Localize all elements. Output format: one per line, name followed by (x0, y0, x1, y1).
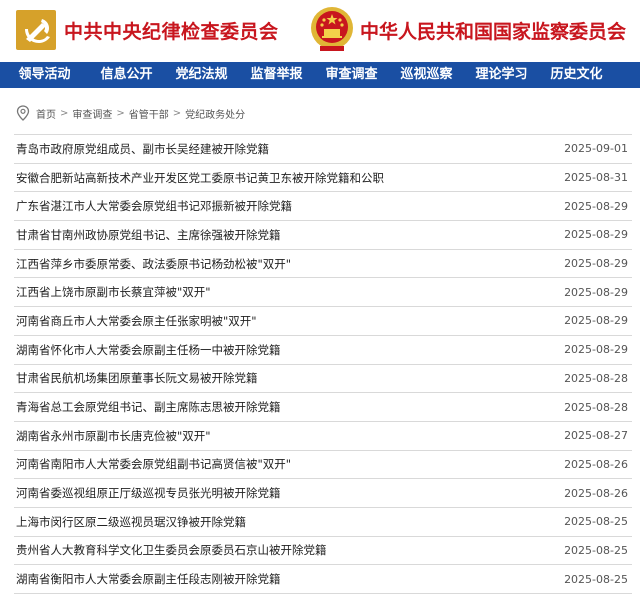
article-title-link[interactable]: 广东省湛江市人大常委会原党组书记邓振新被开除党籍 (16, 198, 292, 214)
article-list: 青岛市政府原党组成员、副市长吴经建被开除党籍 2025-09-01 安徽合肥新站高… (14, 134, 632, 594)
national-emblem-icon (311, 7, 353, 51)
article-date: 2025-08-28 (564, 400, 628, 414)
breadcrumb-separator: > (172, 107, 182, 119)
nav-item-leadership[interactable]: 领导活动 (0, 62, 89, 88)
list-item: 青岛市政府原党组成员、副市长吴经建被开除党籍 2025-09-01 (14, 135, 632, 164)
list-item: 青海省总工会原党组书记、副主席陈志思被开除党籍 2025-08-28 (14, 393, 632, 422)
article-title-link[interactable]: 贵州省人大教育科学文化卫生委员会原委员石京山被开除党籍 (16, 542, 327, 558)
article-title-link[interactable]: 甘肃省甘南州政协原党组书记、主席徐强被开除党籍 (16, 227, 281, 243)
article-title-link[interactable]: 湖南省永州市原副市长唐克俭被"双开" (16, 428, 211, 444)
article-title-link[interactable]: 安徽合肥新站高新技术产业开发区党工委原书记黄卫东被开除党籍和公职 (16, 170, 384, 186)
title-nsc[interactable]: 中华人民共和国国家监察委员会 (360, 17, 626, 44)
article-date: 2025-08-29 (564, 257, 628, 271)
breadcrumb-current[interactable]: 党纪政务处分 (185, 106, 245, 121)
nav-item-history[interactable]: 历史文化 (539, 62, 614, 88)
breadcrumb-home[interactable]: 首页 (36, 106, 56, 121)
article-date: 2025-08-31 (564, 171, 628, 185)
list-item: 广东省湛江市人大常委会原党组书记邓振新被开除党籍 2025-08-29 (14, 192, 632, 222)
nav-item-info-disclosure[interactable]: 信息公开 (89, 62, 164, 88)
site-header: 中共中央纪律检查委员会 中华人民共和国国家监察委员会 (0, 0, 640, 62)
breadcrumb-provincial-cadres[interactable]: 省管干部 (129, 106, 169, 121)
nav-item-report[interactable]: 监督举报 (239, 62, 314, 88)
article-date: 2025-08-28 (564, 371, 628, 385)
list-item: 河南省南阳市人大常委会原党组副书记高贤信被"双开" 2025-08-26 (14, 451, 632, 480)
article-title-link[interactable]: 湖南省怀化市人大常委会原副主任杨一中被开除党籍 (16, 342, 281, 358)
article-title-link[interactable]: 湖南省衡阳市人大常委会原副主任段志刚被开除党籍 (16, 571, 281, 587)
article-title-link[interactable]: 河南省委巡视组原正厅级巡视专员张光明被开除党籍 (16, 485, 281, 501)
article-date: 2025-08-25 (564, 572, 628, 586)
article-date: 2025-08-29 (564, 343, 628, 357)
article-date: 2025-09-01 (564, 142, 628, 156)
article-title-link[interactable]: 上海市闵行区原二级巡视员琚汉铮被开除党籍 (16, 514, 246, 530)
article-date: 2025-08-26 (564, 486, 628, 500)
article-date: 2025-08-25 (564, 543, 628, 557)
article-title-link[interactable]: 江西省上饶市原副市长蔡宜萍被"双开" (16, 284, 211, 300)
list-item: 江西省萍乡市委原常委、政法委原书记杨劲松被"双开" 2025-08-29 (14, 250, 632, 279)
article-date: 2025-08-29 (564, 285, 628, 299)
list-item: 安徽合肥新站高新技术产业开发区党工委原书记黄卫东被开除党籍和公职 2025-08-… (14, 164, 632, 193)
breadcrumb: 首页 > 审查调查 > 省管干部 > 党纪政务处分 (16, 105, 245, 121)
article-date: 2025-08-29 (564, 199, 628, 213)
list-item: 江西省上饶市原副市长蔡宜萍被"双开" 2025-08-29 (14, 278, 632, 308)
list-item: 河南省商丘市人大常委会原主任张家明被"双开" 2025-08-29 (14, 307, 632, 336)
list-item: 贵州省人大教育科学文化卫生委员会原委员石京山被开除党籍 2025-08-25 (14, 537, 632, 566)
title-ccdi[interactable]: 中共中央纪律检查委员会 (64, 17, 279, 44)
article-title-link[interactable]: 江西省萍乡市委原常委、政法委原书记杨劲松被"双开" (16, 256, 291, 272)
party-emblem-icon (16, 10, 56, 50)
list-item: 上海市闵行区原二级巡视员琚汉铮被开除党籍 2025-08-25 (14, 508, 632, 537)
location-pin-icon (16, 105, 30, 121)
list-item: 甘肃省民航机场集团原董事长阮文易被开除党籍 2025-08-28 (14, 365, 632, 394)
breadcrumb-separator: > (116, 107, 125, 119)
breadcrumb-separator: > (60, 107, 69, 119)
list-item: 河南省委巡视组原正厅级巡视专员张光明被开除党籍 2025-08-26 (14, 479, 632, 508)
nav-item-theory[interactable]: 理论学习 (464, 62, 539, 88)
list-item: 湖南省永州市原副市长唐克俭被"双开" 2025-08-27 (14, 422, 632, 451)
breadcrumb-investigation[interactable]: 审查调查 (72, 106, 112, 121)
article-date: 2025-08-29 (564, 228, 628, 242)
article-date: 2025-08-26 (564, 457, 628, 471)
nav-item-regulations[interactable]: 党纪法规 (164, 62, 239, 88)
nav-item-investigation[interactable]: 审查调查 (314, 62, 389, 88)
main-nav: 领导活动 信息公开 党纪法规 监督举报 审查调查 巡视巡察 理论学习 历史文化 (0, 62, 640, 88)
article-date: 2025-08-27 (564, 429, 628, 443)
article-title-link[interactable]: 青海省总工会原党组书记、副主席陈志思被开除党籍 (16, 399, 281, 415)
article-title-link[interactable]: 河南省南阳市人大常委会原党组副书记高贤信被"双开" (16, 456, 291, 472)
nav-item-inspection[interactable]: 巡视巡察 (389, 62, 464, 88)
article-date: 2025-08-25 (564, 515, 628, 529)
article-title-link[interactable]: 青岛市政府原党组成员、副市长吴经建被开除党籍 (16, 141, 269, 157)
article-title-link[interactable]: 甘肃省民航机场集团原董事长阮文易被开除党籍 (16, 370, 258, 386)
list-item: 湖南省怀化市人大常委会原副主任杨一中被开除党籍 2025-08-29 (14, 336, 632, 365)
list-item: 甘肃省甘南州政协原党组书记、主席徐强被开除党籍 2025-08-29 (14, 221, 632, 250)
article-title-link[interactable]: 河南省商丘市人大常委会原主任张家明被"双开" (16, 313, 257, 329)
article-date: 2025-08-29 (564, 314, 628, 328)
